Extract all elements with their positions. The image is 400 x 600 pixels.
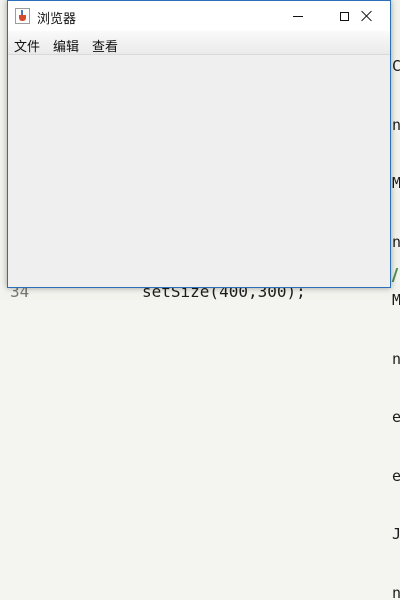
code-char: e xyxy=(392,408,400,428)
code-char: n xyxy=(392,584,400,600)
window-title: 浏览器 xyxy=(37,8,76,27)
browser-window: 浏览器 文件 编辑 查看 xyxy=(7,0,391,288)
minimize-icon xyxy=(293,16,303,17)
code-char: C xyxy=(392,57,400,77)
menu-bar: 文件 编辑 查看 xyxy=(8,31,390,55)
editor-code-right-edge: C n M n M n e e J n xyxy=(392,18,400,600)
code-char: n xyxy=(392,233,400,253)
window-content-area[interactable] xyxy=(8,55,390,287)
menu-edit[interactable]: 编辑 xyxy=(53,36,79,55)
code-char: n xyxy=(392,116,400,136)
java-cup-mark xyxy=(19,15,26,21)
minimize-button[interactable] xyxy=(275,1,321,31)
code-char: J xyxy=(392,525,400,545)
code-char: M xyxy=(392,174,400,194)
code-char: e xyxy=(392,467,400,487)
menu-file[interactable]: 文件 xyxy=(14,36,40,55)
code-char: n xyxy=(392,350,400,370)
java-cup-icon xyxy=(15,8,30,24)
menu-view[interactable]: 查看 xyxy=(92,36,118,55)
title-bar[interactable]: 浏览器 xyxy=(8,1,390,31)
close-button[interactable] xyxy=(344,1,390,31)
close-icon xyxy=(361,10,373,22)
